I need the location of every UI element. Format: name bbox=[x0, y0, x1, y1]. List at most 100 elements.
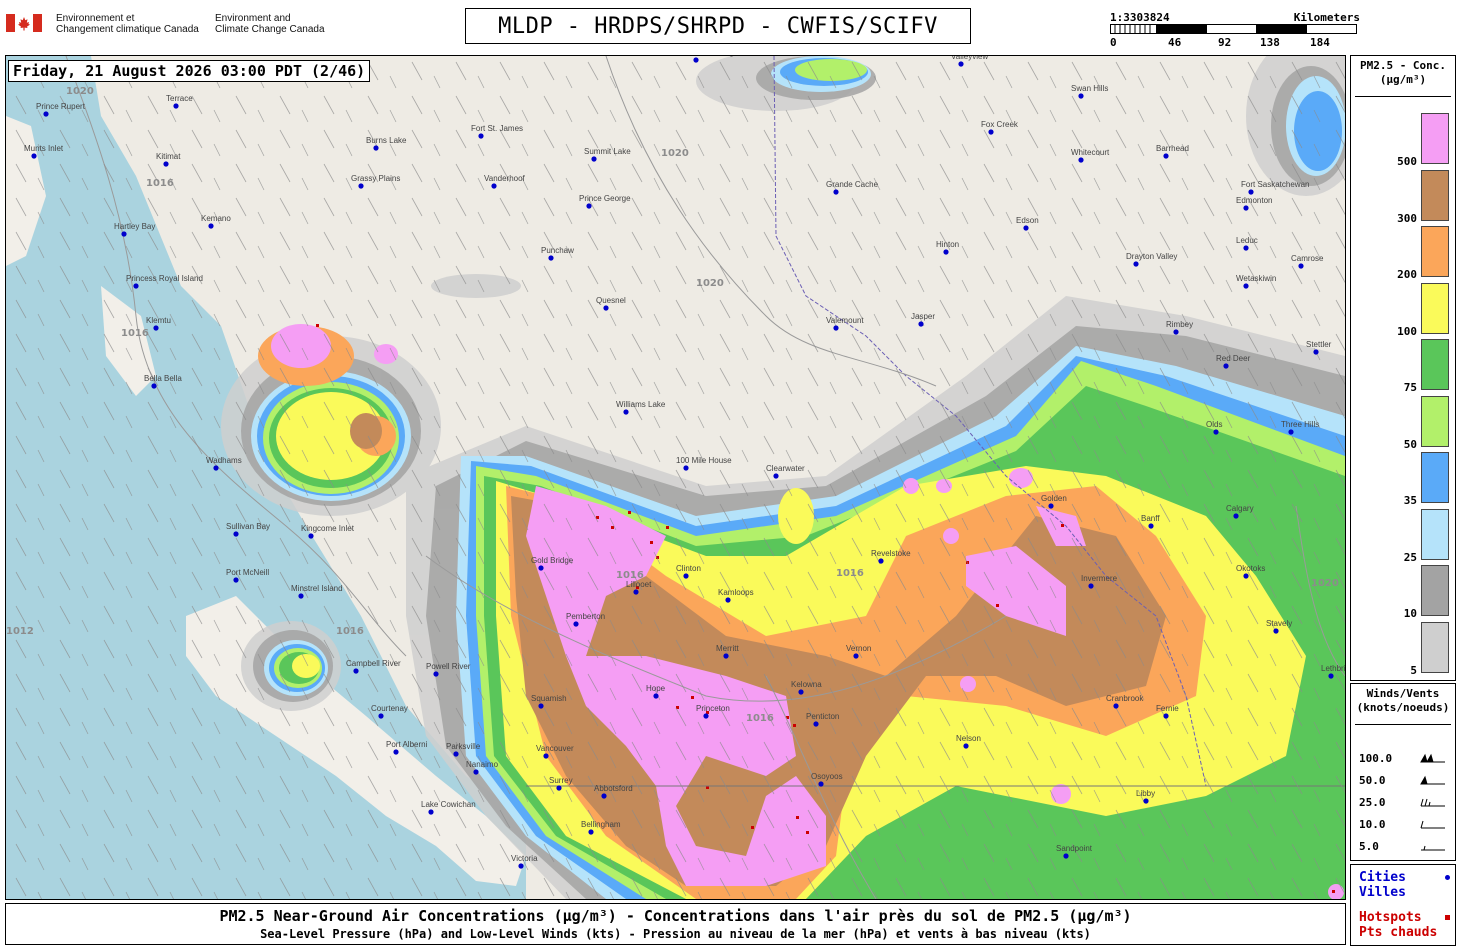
city-marker[interactable] bbox=[1078, 93, 1084, 99]
city-marker[interactable] bbox=[683, 465, 689, 471]
city-marker[interactable] bbox=[573, 621, 579, 627]
city-marker[interactable] bbox=[163, 161, 169, 167]
city-marker[interactable] bbox=[963, 743, 969, 749]
city-marker[interactable] bbox=[298, 593, 304, 599]
city-marker[interactable] bbox=[798, 689, 804, 695]
city-marker[interactable] bbox=[233, 531, 239, 537]
city-marker[interactable] bbox=[1163, 153, 1169, 159]
city-marker[interactable] bbox=[548, 255, 554, 261]
city-marker[interactable] bbox=[233, 577, 239, 583]
city-marker[interactable] bbox=[208, 223, 214, 229]
city-marker[interactable] bbox=[588, 829, 594, 835]
city-marker[interactable] bbox=[556, 785, 562, 791]
city-marker[interactable] bbox=[591, 156, 597, 162]
city-marker[interactable] bbox=[378, 713, 384, 719]
city-marker[interactable] bbox=[601, 793, 607, 799]
city-marker[interactable] bbox=[1048, 503, 1054, 509]
city-marker[interactable] bbox=[1173, 329, 1179, 335]
city-marker[interactable] bbox=[1233, 513, 1239, 519]
wind-row-50: 50.0 bbox=[1359, 774, 1386, 787]
city-marker[interactable] bbox=[153, 325, 159, 331]
city-marker[interactable] bbox=[538, 565, 544, 571]
city-marker[interactable] bbox=[988, 129, 994, 135]
city-marker[interactable] bbox=[473, 769, 479, 775]
city-marker[interactable] bbox=[173, 103, 179, 109]
city-marker[interactable] bbox=[1213, 429, 1219, 435]
city-marker[interactable] bbox=[393, 749, 399, 755]
city-marker[interactable] bbox=[1023, 225, 1029, 231]
city-marker[interactable] bbox=[308, 533, 314, 539]
city-marker[interactable] bbox=[43, 111, 49, 117]
city-marker[interactable] bbox=[853, 653, 859, 659]
city-label: Red Deer bbox=[1216, 354, 1251, 363]
city-marker[interactable] bbox=[1313, 349, 1319, 355]
city-marker[interactable] bbox=[1088, 583, 1094, 589]
city-label: Cranbrook bbox=[1106, 694, 1144, 703]
city-marker[interactable] bbox=[623, 409, 629, 415]
city-marker[interactable] bbox=[773, 473, 779, 479]
city-marker[interactable] bbox=[543, 753, 549, 759]
city-marker[interactable] bbox=[433, 671, 439, 677]
city-marker[interactable] bbox=[683, 573, 689, 579]
city-marker[interactable] bbox=[1063, 853, 1069, 859]
city-marker[interactable] bbox=[1298, 263, 1304, 269]
city-marker[interactable] bbox=[1273, 628, 1279, 634]
city-marker[interactable] bbox=[1243, 283, 1249, 289]
city-marker[interactable] bbox=[693, 57, 699, 63]
legend-divider bbox=[1355, 96, 1451, 97]
city-marker[interactable] bbox=[1248, 189, 1254, 195]
city-marker[interactable] bbox=[538, 703, 544, 709]
scale-tick-92: 92 bbox=[1218, 36, 1232, 49]
city-marker[interactable] bbox=[723, 653, 729, 659]
city-marker[interactable] bbox=[653, 693, 659, 699]
city-marker[interactable] bbox=[1133, 261, 1139, 267]
city-marker[interactable] bbox=[428, 809, 434, 815]
department-name-fr: Environnement et Changement climatique C… bbox=[56, 13, 199, 35]
city-marker[interactable] bbox=[833, 189, 839, 195]
city-marker[interactable] bbox=[151, 383, 157, 389]
city-marker[interactable] bbox=[1328, 673, 1334, 679]
city-marker[interactable] bbox=[1243, 245, 1249, 251]
legend-swatch bbox=[1421, 452, 1449, 503]
map-canvas[interactable]: 1020 1020 1020 1020 1016 1016 1016 1016 … bbox=[5, 55, 1346, 900]
city-marker[interactable] bbox=[1078, 157, 1084, 163]
city-marker[interactable] bbox=[31, 153, 37, 159]
city-marker[interactable] bbox=[958, 61, 964, 67]
city-marker[interactable] bbox=[918, 321, 924, 327]
city-marker[interactable] bbox=[878, 558, 884, 564]
city-marker[interactable] bbox=[1163, 713, 1169, 719]
city-marker[interactable] bbox=[373, 145, 379, 151]
city-label: Swan Hills bbox=[1071, 84, 1108, 93]
city-marker[interactable] bbox=[1143, 798, 1149, 804]
city-marker[interactable] bbox=[1148, 523, 1154, 529]
city-marker[interactable] bbox=[491, 183, 497, 189]
city-marker[interactable] bbox=[1243, 205, 1249, 211]
city-marker[interactable] bbox=[121, 231, 127, 237]
city-marker[interactable] bbox=[358, 183, 364, 189]
city-marker[interactable] bbox=[453, 751, 459, 757]
city-marker[interactable] bbox=[518, 863, 524, 869]
winds-subtitle-text: (knots/noeuds) bbox=[1356, 701, 1450, 714]
city-marker[interactable] bbox=[1223, 363, 1229, 369]
city-marker[interactable] bbox=[213, 465, 219, 471]
city-marker[interactable] bbox=[1113, 703, 1119, 709]
city-marker[interactable] bbox=[353, 668, 359, 674]
city-marker[interactable] bbox=[725, 597, 731, 603]
city-label: Bellingham bbox=[581, 820, 621, 829]
city-marker[interactable] bbox=[133, 283, 139, 289]
city-marker[interactable] bbox=[603, 305, 609, 311]
city-marker[interactable] bbox=[1288, 429, 1294, 435]
city-marker[interactable] bbox=[478, 133, 484, 139]
city-marker[interactable] bbox=[586, 203, 592, 209]
city-label: Hope bbox=[646, 684, 666, 693]
city-marker[interactable] bbox=[633, 589, 639, 595]
wind-row-100: 100.0 bbox=[1359, 752, 1392, 765]
map-graphic[interactable]: 1020 1020 1020 1020 1016 1016 1016 1016 … bbox=[6, 56, 1345, 899]
city-marker[interactable] bbox=[1243, 573, 1249, 579]
scale-bar: 1:3303824 Kilometers 0 46 92 138 184 bbox=[1110, 11, 1360, 51]
city-marker[interactable] bbox=[833, 325, 839, 331]
city-marker[interactable] bbox=[818, 781, 824, 787]
city-marker[interactable] bbox=[703, 713, 709, 719]
city-marker[interactable] bbox=[813, 721, 819, 727]
city-marker[interactable] bbox=[943, 249, 949, 255]
